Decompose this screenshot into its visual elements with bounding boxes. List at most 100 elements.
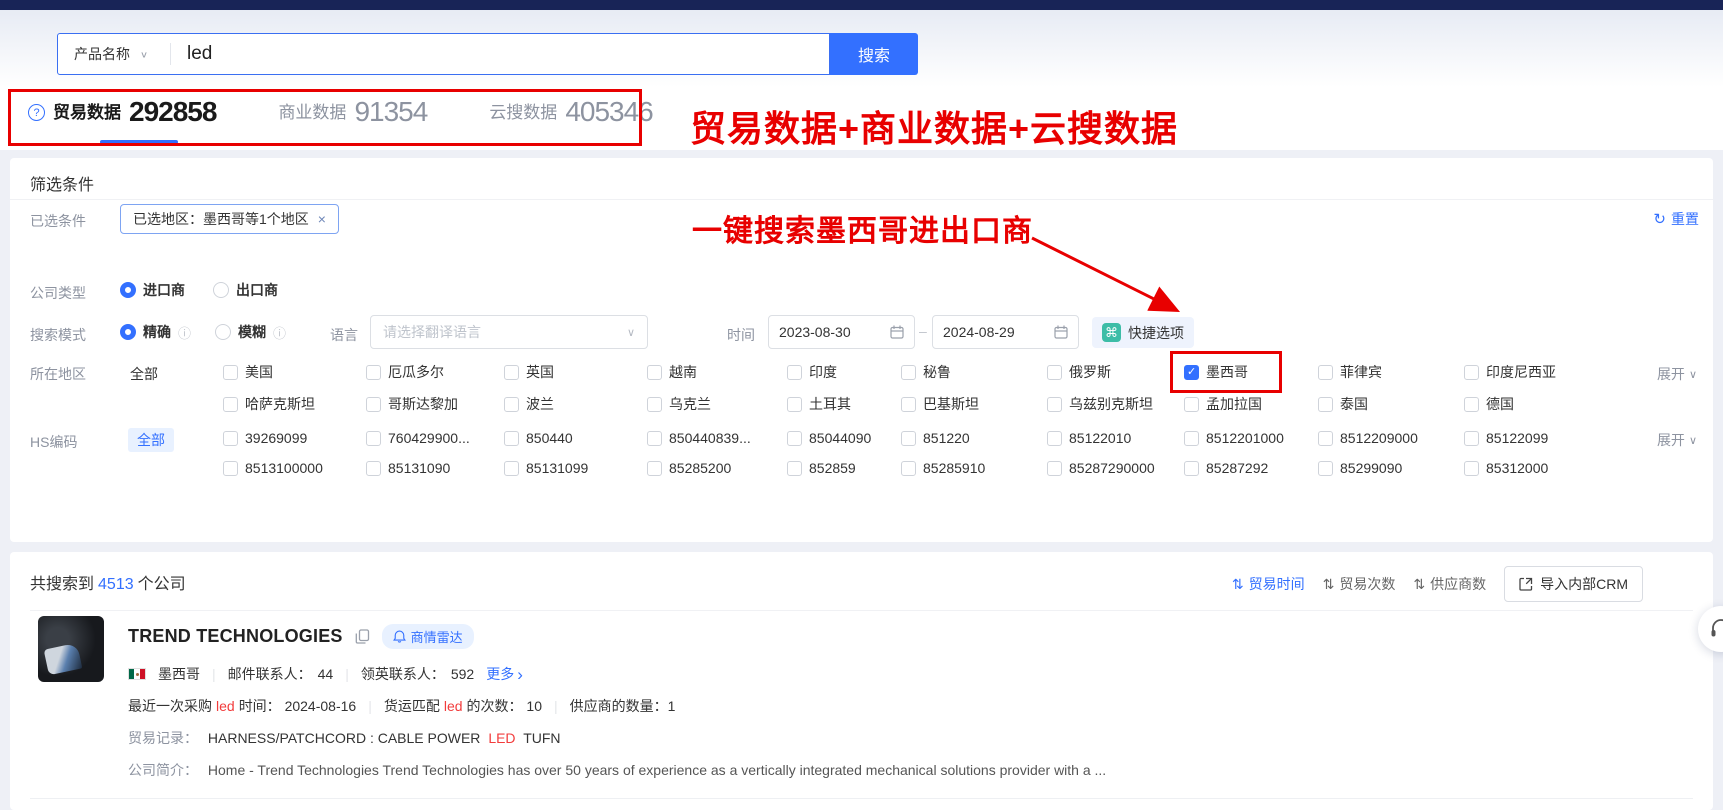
radio-fuzzy[interactable]: 模糊 ⓘ <box>215 322 286 342</box>
language-select[interactable]: 请选择翻译语言 ∨ <box>370 315 648 349</box>
checkbox-icon <box>1464 431 1479 446</box>
hs-checkbox[interactable]: 85285200 <box>647 460 787 476</box>
search-bar: 产品名称 ∨ <box>57 33 830 75</box>
checkbox-label: 852859 <box>809 460 856 476</box>
region-checkbox-ukraine[interactable]: 乌克兰 <box>647 394 787 414</box>
quick-options-button[interactable]: ⌘ 快捷选项 <box>1092 317 1194 348</box>
region-checkbox-thailand[interactable]: 泰国 <box>1318 394 1464 414</box>
selected-conditions-label: 已选条件 <box>30 211 86 231</box>
hs-checkbox[interactable]: 85287290000 <box>1047 460 1184 476</box>
copy-icon[interactable] <box>355 629 370 644</box>
date-to-input[interactable]: 2024-08-29 <box>932 315 1079 349</box>
hs-all-option[interactable]: 全部 <box>128 428 174 452</box>
email-contacts-count: 44 <box>318 666 334 682</box>
hs-checkbox[interactable]: 760429900... <box>366 430 504 446</box>
hs-checkbox[interactable]: 852859 <box>787 460 901 476</box>
reset-icon: ↻ <box>1653 210 1666 228</box>
hs-checkbox[interactable]: 85131090 <box>366 460 504 476</box>
checkbox-icon <box>1318 461 1333 476</box>
radio-selected-icon <box>120 282 136 298</box>
region-checkbox-peru[interactable]: 秘鲁 <box>901 362 1047 382</box>
region-checkbox-bangladesh[interactable]: 孟加拉国 <box>1184 394 1318 414</box>
sort-by-supplier-count[interactable]: ⇅ 供应商数 <box>1413 574 1486 594</box>
trade-record-text: TUFN <box>523 730 560 746</box>
divider: | <box>212 666 216 682</box>
annotation-box-mexico <box>1170 351 1282 393</box>
sort-icon: ⇅ <box>1413 576 1425 593</box>
region-checkbox-pakistan[interactable]: 巴基斯坦 <box>901 394 1047 414</box>
region-checkbox-germany[interactable]: 德国 <box>1464 394 1614 414</box>
region-checkbox-india[interactable]: 印度 <box>787 362 901 382</box>
checkbox-label: 泰国 <box>1340 394 1368 414</box>
business-radar-badge[interactable]: 商情雷达 <box>382 624 474 649</box>
hs-checkbox[interactable]: 8513100000 <box>223 460 366 476</box>
hs-checkbox[interactable]: 85131099 <box>504 460 647 476</box>
sort-by-trade-count[interactable]: ⇅ 贸易次数 <box>1323 574 1396 594</box>
result-count-number: 4513 <box>98 576 134 593</box>
hs-checkbox[interactable]: 85122099 <box>1464 430 1614 446</box>
hs-expand-button[interactable]: 展开 ∨ <box>1657 430 1697 450</box>
region-checkbox-philippines[interactable]: 菲律宾 <box>1318 362 1464 382</box>
region-checkbox-turkey[interactable]: 土耳其 <box>787 394 901 414</box>
hs-checkbox[interactable]: 85122010 <box>1047 430 1184 446</box>
region-checkbox-uzbekistan[interactable]: 乌兹别克斯坦 <box>1047 394 1184 414</box>
region-checkbox-vietnam[interactable]: 越南 <box>647 362 787 382</box>
sort-label: 贸易时间 <box>1249 574 1305 594</box>
hs-checkbox[interactable]: 85287292 <box>1184 460 1318 476</box>
radio-exact[interactable]: 精确 ⓘ <box>120 322 191 342</box>
hs-checkbox[interactable]: 85044090 <box>787 430 901 446</box>
radio-exporter[interactable]: 出口商 <box>213 280 278 300</box>
hs-checkbox[interactable]: 8512209000 <box>1318 430 1464 446</box>
info-icon[interactable]: ⓘ <box>178 323 191 342</box>
hs-checkbox[interactable]: 85285910 <box>901 460 1047 476</box>
region-checkbox-russia[interactable]: 俄罗斯 <box>1047 362 1184 382</box>
search-field-select[interactable]: 产品名称 ∨ <box>58 34 170 74</box>
region-checkbox-costa-rica[interactable]: 哥斯达黎加 <box>366 394 504 414</box>
checkbox-label: 哈萨克斯坦 <box>245 394 315 414</box>
calendar-icon <box>890 325 904 339</box>
hs-checkbox[interactable]: 39269099 <box>223 430 366 446</box>
company-name[interactable]: TREND TECHNOLOGIES <box>128 626 343 647</box>
date-from-input[interactable]: 2023-08-30 <box>768 315 915 349</box>
search-button[interactable]: 搜索 <box>830 33 918 75</box>
region-all-option[interactable]: 全部 <box>130 364 158 384</box>
company-type-options: 进口商 出口商 <box>120 280 278 300</box>
region-checkbox-usa[interactable]: 美国 <box>223 362 366 382</box>
hs-checkbox[interactable]: 85299090 <box>1318 460 1464 476</box>
search-mode-label: 搜索模式 <box>30 325 86 345</box>
chevron-down-icon: ∨ <box>1689 434 1697 447</box>
hs-code-label: HS编码 <box>30 432 77 452</box>
sort-by-trade-time[interactable]: ⇅ 贸易时间 <box>1232 574 1305 594</box>
region-checkbox-kazakhstan[interactable]: 哈萨克斯坦 <box>223 394 366 414</box>
radio-importer[interactable]: 进口商 <box>120 280 185 300</box>
hs-checkbox[interactable]: 850440839... <box>647 430 787 446</box>
checkbox-label: 俄罗斯 <box>1069 362 1111 382</box>
keyword-highlight: led <box>216 698 235 714</box>
info-icon[interactable]: ⓘ <box>273 323 286 342</box>
reset-filters-button[interactable]: ↻ 重置 <box>1653 209 1699 229</box>
hs-checkbox[interactable]: 850440 <box>504 430 647 446</box>
search-input[interactable] <box>171 34 829 74</box>
more-contacts-link[interactable]: 更多 › <box>486 664 523 684</box>
company-thumbnail[interactable] <box>38 616 104 682</box>
checkbox-label: 85131099 <box>526 460 588 476</box>
region-expand-button[interactable]: 展开 ∨ <box>1657 364 1697 384</box>
region-checkbox-uk[interactable]: 英国 <box>504 362 647 382</box>
divider <box>30 610 1693 611</box>
region-checkbox-indonesia[interactable]: 印度尼西亚 <box>1464 362 1614 382</box>
last-purchase-prefix: 最近一次采购 <box>128 698 212 714</box>
remove-tag-icon[interactable]: × <box>318 211 326 227</box>
hs-checkbox[interactable]: 8512201000 <box>1184 430 1318 446</box>
freight-mid: 的次数： <box>467 698 523 714</box>
chevron-down-icon: ∨ <box>627 326 635 339</box>
region-checkbox-ecuador[interactable]: 厄瓜多尔 <box>366 362 504 382</box>
freight-prefix: 货运匹配 <box>384 698 440 714</box>
company-type-label: 公司类型 <box>30 283 86 303</box>
import-crm-button[interactable]: 导入内部CRM <box>1504 566 1643 602</box>
region-checkbox-poland[interactable]: 波兰 <box>504 394 647 414</box>
checkbox-label: 巴基斯坦 <box>923 394 979 414</box>
checkbox-label: 秘鲁 <box>923 362 951 382</box>
hs-checkbox[interactable]: 85312000 <box>1464 460 1614 476</box>
hs-checkbox[interactable]: 851220 <box>901 430 1047 446</box>
checkbox-icon <box>366 431 381 446</box>
